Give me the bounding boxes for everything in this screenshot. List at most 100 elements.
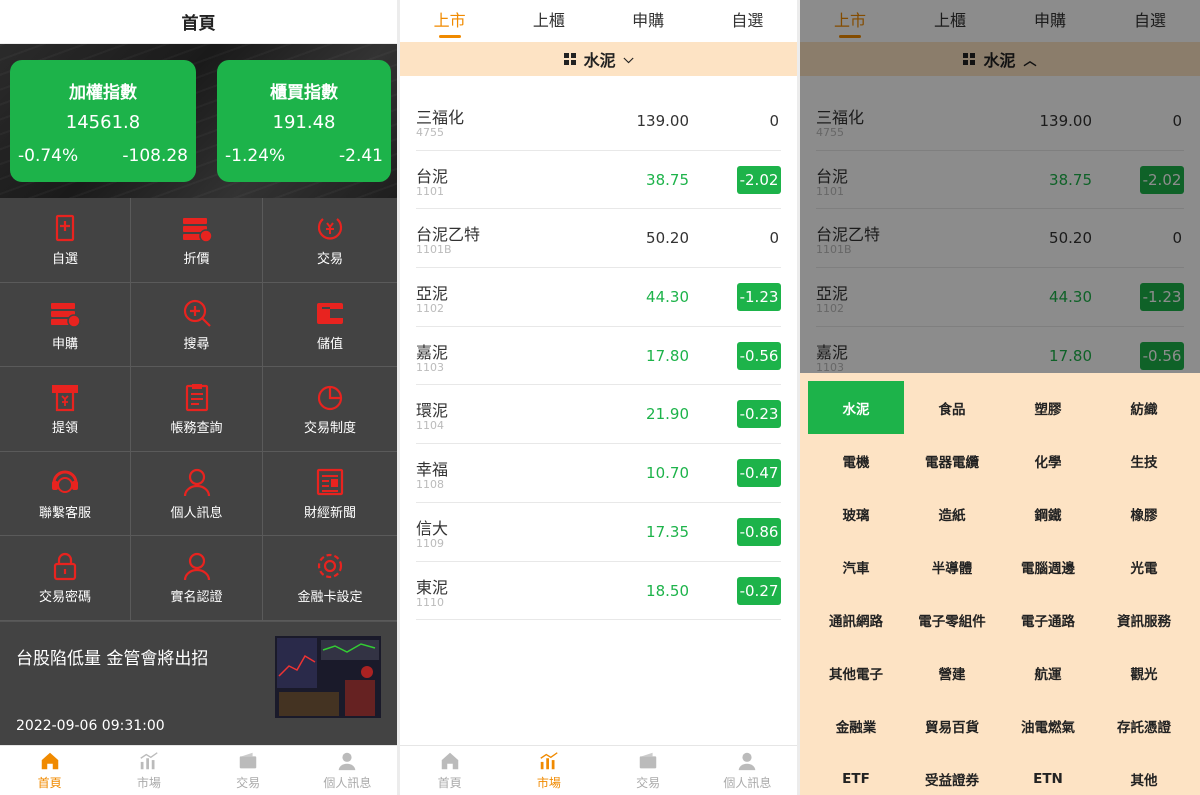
menu-item-personal-info[interactable]: 個人訊息 [131,451,263,536]
menu-item-trade-rules[interactable]: 交易制度 [263,367,397,452]
menu-item-account-query[interactable]: 帳務查詢 [131,367,263,452]
category-option[interactable]: 橡膠 [1096,487,1192,540]
category-label: 水泥 [583,51,616,70]
stock-row[interactable]: 信大 1109 17.35 -0.86 [416,503,781,562]
menu-item-discount[interactable]: 折價 [131,198,263,283]
tab-market[interactable]: 市場 [99,746,198,795]
tab-label: 交易 [636,776,661,790]
stock-price: 21.90 [646,405,689,424]
category-option[interactable]: 電子零組件 [904,593,1000,646]
category-option[interactable]: 塑膠 [1000,381,1096,434]
category-option[interactable]: 電器電纜 [904,434,1000,487]
stock-code: 4755 [416,126,444,139]
tab-trade[interactable]: 交易 [199,746,298,795]
category-option[interactable]: ETN [1000,752,1096,795]
menu-item-trade-password[interactable]: 交易密碼 [0,536,131,621]
stock-code: 1103 [416,360,444,374]
tab-trade[interactable]: 交易 [599,746,698,795]
stock-row[interactable]: 環泥 1104 21.90 -0.23 [416,385,781,445]
category-option[interactable]: 金融業 [808,699,904,752]
category-option[interactable]: 受益證券 [904,752,1000,795]
tab-watchlist[interactable]: 自選 [698,0,797,42]
category-option[interactable]: 食品 [904,381,1000,434]
menu-label: 儲值 [316,336,343,352]
category-option[interactable]: 電腦週邊 [1000,540,1096,593]
category-option[interactable]: 營建 [904,646,1000,699]
category-option[interactable]: 通訊網路 [808,593,904,646]
category-option[interactable]: 紡織 [1096,381,1192,434]
category-option[interactable]: 汽車 [808,540,904,593]
category-option[interactable]: 油電燃氣 [1000,699,1096,752]
index-card-taiex[interactable]: 加權指數 14561.8 -0.74% -108.28 [10,60,196,182]
category-option[interactable]: 玻璃 [808,487,904,540]
category-option[interactable]: 電子通路 [1000,593,1096,646]
stock-name: 三福化 [416,108,465,127]
menu-item-customer-service[interactable]: 聯繫客服 [0,451,131,536]
category-option[interactable]: 其他 [1096,752,1192,795]
category-dropdown: 水泥 食品 塑膠 紡織電機 電器電纜 化學 生技玻璃 造紙 鋼鐵 橡膠汽車 半導體 電腦週邊 光電通訊網… [800,373,1200,795]
stock-row[interactable]: 台泥乙特 1101B 50.20 0 [416,209,781,269]
menu-item-trade[interactable]: 交易 [263,198,397,283]
tab-home[interactable]: 首頁 [400,746,499,795]
tab-market[interactable]: 市場 [499,746,598,795]
category-option[interactable]: 半導體 [904,540,1000,593]
tab-profile[interactable]: 個人訊息 [298,746,397,795]
feature-grid: 自選 折價 交易 申購 搜尋 儲值 提領 帳務查詢 交易制度 聯繫客服 個人訊息… [0,198,397,621]
menu-item-withdraw[interactable]: 提領 [0,367,131,452]
stock-row[interactable]: 三福化 4755 139.00 0 [416,92,781,151]
dim-overlay[interactable] [800,0,1200,373]
stock-row[interactable]: 亞泥 1102 44.30 -1.23 [416,268,781,327]
category-option[interactable]: 化學 [1000,434,1096,487]
bookmark-icon [55,215,75,242]
category-option[interactable]: 存託憑證 [1096,699,1192,752]
stock-price: 44.30 [646,288,689,307]
menu-item-card-settings[interactable]: 金融卡設定 [263,536,397,621]
category-option[interactable]: ETF [808,752,904,795]
index-value: 14561.8 [65,112,141,133]
category-option[interactable]: 水泥 [808,381,904,434]
stock-code: 1108 [416,478,444,492]
stock-price: 17.35 [646,522,689,541]
menu-label: 交易 [316,252,343,268]
stock-row[interactable]: 嘉泥 1103 17.80 -0.56 [416,327,781,386]
category-selector[interactable]: 水泥 ⌵ [400,42,797,76]
tab-ipo[interactable]: 申購 [599,0,698,42]
stock-code: 1101B [416,243,452,257]
menu-item-real-name[interactable]: 實名認證 [131,536,263,621]
trade-wallet-icon [639,752,657,769]
menu-label: 聯繫客服 [38,505,91,521]
category-option[interactable]: 其他電子 [808,646,904,699]
category-option[interactable]: 觀光 [1096,646,1192,699]
menu-label: 個人訊息 [170,505,223,521]
news-item[interactable]: 台股陷低量 金管會將出招 2022-09-06 09:31:00 [0,620,397,746]
category-option[interactable]: 貿易百貨 [904,699,1000,752]
menu-item-search[interactable]: 搜尋 [131,282,263,367]
tab-label: 交易 [236,776,261,790]
stock-row[interactable]: 東泥 1110 18.50 -0.27 [416,562,781,621]
index-card-otc[interactable]: 櫃買指數 191.48 -1.24% -2.41 [217,60,391,182]
bottom-tab-bar: 首頁 市場 交易 個人訊息 [0,745,397,795]
category-option[interactable]: 光電 [1096,540,1192,593]
tab-listed[interactable]: 上市 [400,0,499,42]
stock-row[interactable]: 幸福 1108 10.70 -0.47 [416,444,781,503]
category-option[interactable]: 資訊服務 [1096,593,1192,646]
category-option[interactable]: 生技 [1096,434,1192,487]
stock-price: 18.50 [646,581,689,600]
tab-otc[interactable]: 上櫃 [499,0,598,42]
market-chart-icon [140,752,158,770]
stock-row[interactable]: 台泥 1101 38.75 -2.02 [416,151,781,210]
menu-item-finance-news[interactable]: 財經新聞 [263,452,397,536]
category-option[interactable]: 鋼鐵 [1000,487,1096,540]
tab-home[interactable]: 首頁 [0,746,99,795]
menu-item-subscribe[interactable]: 申購 [0,282,131,367]
user-icon [739,752,756,771]
menu-item-watchlist[interactable]: 自選 [0,198,131,283]
lock-icon [53,553,77,581]
index-pct: -1.24% [225,146,286,166]
menu-item-deposit[interactable]: 儲值 [263,283,397,367]
menu-label: 金融卡設定 [297,590,363,606]
category-option[interactable]: 航運 [1000,646,1096,699]
category-option[interactable]: 造紙 [904,487,1000,540]
tab-profile[interactable]: 個人訊息 [698,746,797,795]
category-option[interactable]: 電機 [808,434,904,487]
